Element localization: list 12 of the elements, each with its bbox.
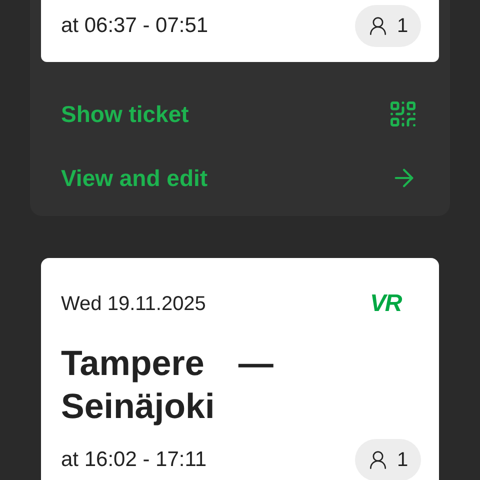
logo: VR	[370, 289, 401, 319]
person-icon	[367, 449, 389, 471]
person-icon	[367, 15, 389, 37]
trip-time: at 06:37 - 07:51	[61, 13, 208, 40]
action-link[interactable]: Show ticket	[30, 82, 450, 146]
qr-code-icon	[388, 99, 418, 129]
action-link[interactable]: View and edit	[30, 146, 450, 210]
passenger-count-pill: 1	[355, 5, 421, 47]
passenger-count-pill: 1	[355, 439, 421, 480]
trip-date: Wed 19.11.2025	[61, 292, 206, 317]
trip-time: at 16:02 - 17:11	[61, 447, 207, 474]
route-title: Tampere — Seinäjoki	[61, 343, 274, 428]
